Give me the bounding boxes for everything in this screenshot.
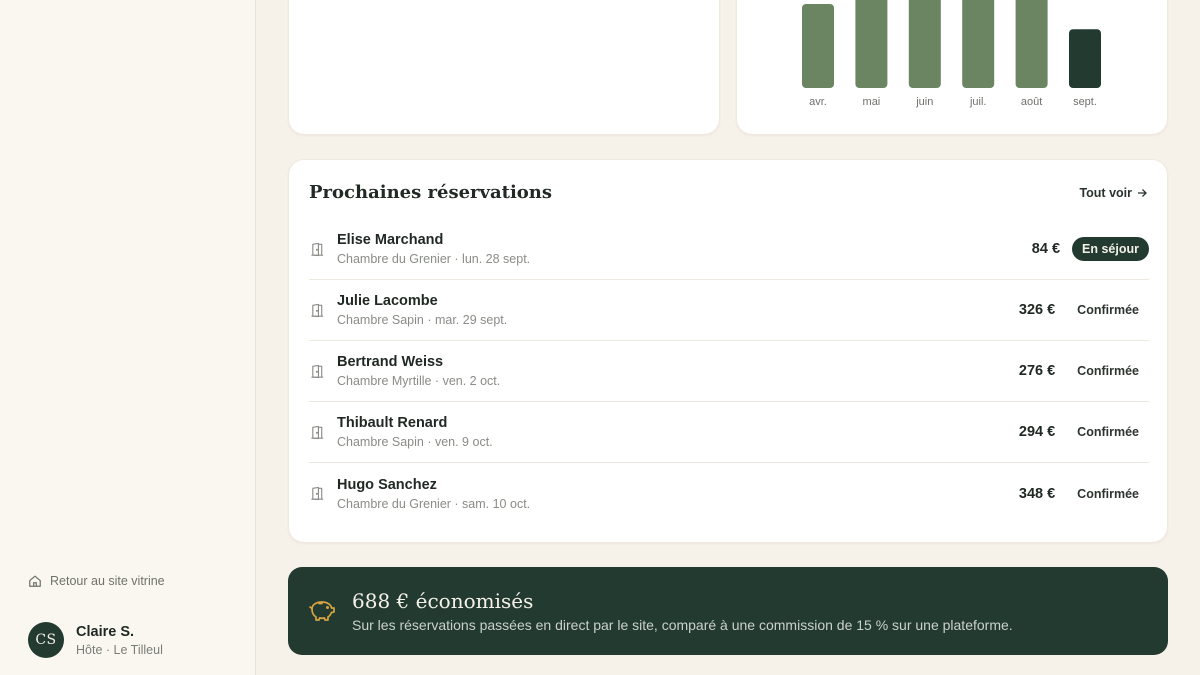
see-all-label: Tout voir <box>1079 186 1132 200</box>
revenue-chart-card: avr. mai juin juil. août sept. <box>736 0 1168 135</box>
sidebar: Retour au site vitrine CS Claire S. Hôte… <box>0 0 256 675</box>
user-name: Claire S. <box>76 623 135 640</box>
bar-sept[interactable] <box>1069 29 1101 88</box>
door-icon <box>309 424 325 440</box>
reservation-price: 294 € <box>1018 424 1056 440</box>
reservation-info: Bertrand Weiss Chambre Myrtille · ven. 2 … <box>337 354 1019 388</box>
reservation-price: 326 € <box>1018 302 1056 318</box>
user-role: Hôte · Le Tilleul <box>76 642 163 657</box>
back-link-label: Retour au site vitrine <box>50 574 165 588</box>
x-tick-label: juil. <box>969 96 987 108</box>
status-badge: Confirmée <box>1077 364 1139 378</box>
x-tick-label: avr. <box>809 96 827 108</box>
door-icon <box>309 241 325 257</box>
savings-banner: 688 € économisés Sur les réservations pa… <box>288 567 1168 655</box>
bar-juil[interactable] <box>962 0 995 88</box>
reservation-info: Elise Marchand Chambre du Grenier · lun. … <box>337 232 1032 266</box>
guest-name: Elise Marchand <box>337 232 444 248</box>
savings-title: 688 € économisés <box>352 589 534 613</box>
status-badge: Confirmée <box>1077 303 1139 317</box>
reservation-info: Hugo Sanchez Chambre du Grenier · sam. 10… <box>337 477 1019 511</box>
reservation-details: Chambre Sapin · mar. 29 sept. <box>337 313 508 327</box>
reservation-details: Chambre du Grenier · lun. 28 sept. <box>337 252 531 266</box>
x-tick-label: juin <box>915 96 933 108</box>
reservations-list: Elise Marchand Chambre du Grenier · lun. … <box>309 219 1149 524</box>
reservation-details: Chambre du Grenier · sam. 10 oct. <box>337 496 531 511</box>
reservation-row[interactable]: Thibault Renard Chambre Sapin · ven. 9 oc… <box>309 402 1149 463</box>
home-icon <box>29 575 41 587</box>
guest-name: Thibault Renard <box>337 415 448 431</box>
x-tick-label: mai <box>863 96 881 108</box>
reservation-price: 348 € <box>1018 485 1056 502</box>
avatar: CS <box>28 622 64 658</box>
savings-description: Sur les réservations passées en direct p… <box>352 617 1013 633</box>
reservation-details: Chambre Myrtille · ven. 2 oct. <box>337 374 501 388</box>
bar-mai[interactable] <box>855 0 888 88</box>
top-left-card <box>288 0 720 135</box>
upcoming-reservations-card: Prochaines réservations Tout voir Elise … <box>288 159 1168 543</box>
x-tick-label: sept. <box>1073 96 1097 108</box>
door-icon <box>309 302 325 318</box>
bar-avr[interactable] <box>802 4 834 88</box>
guest-name: Bertrand Weiss <box>337 354 444 370</box>
bar-chart: avr. mai juin juil. août sept. <box>802 0 1101 108</box>
bar-juin[interactable] <box>908 0 941 88</box>
piggy-bank-icon <box>309 601 335 621</box>
reservation-price: 84 € <box>1031 241 1061 257</box>
see-all-link[interactable]: Tout voir <box>1079 186 1147 200</box>
arrow-right-icon <box>1138 189 1147 197</box>
reservation-details: Chambre Sapin · ven. 9 oct. <box>337 435 493 449</box>
reservation-price: 276 € <box>1018 363 1056 379</box>
door-icon <box>309 486 325 502</box>
reservation-row[interactable]: Julie Lacombe Chambre Sapin · mar. 29 sep… <box>309 280 1149 341</box>
reservation-row[interactable]: Elise Marchand Chambre du Grenier · lun. … <box>309 219 1149 280</box>
status-badge: Confirmée <box>1077 486 1139 501</box>
reservation-row[interactable]: Hugo Sanchez Chambre du Grenier · sam. 10… <box>309 463 1149 524</box>
x-tick-label: août <box>1021 96 1042 108</box>
status-badge: En séjour <box>1072 237 1149 261</box>
user-profile[interactable]: CS Claire S. Hôte · Le Tilleul <box>28 622 163 658</box>
reservations-title: Prochaines réservations <box>309 182 553 203</box>
guest-name: Julie Lacombe <box>337 293 438 309</box>
back-to-site-link[interactable]: Retour au site vitrine <box>28 574 165 588</box>
app: Retour au site vitrine CS Claire S. Hôte… <box>0 0 1200 675</box>
reservation-row[interactable]: Bertrand Weiss Chambre Myrtille · ven. 2 … <box>309 341 1149 402</box>
bar-août[interactable] <box>1015 0 1048 88</box>
door-icon <box>309 363 325 379</box>
status-badge: Confirmée <box>1077 425 1139 439</box>
guest-name: Hugo Sanchez <box>337 476 437 493</box>
reservation-info: Julie Lacombe Chambre Sapin · mar. 29 sep… <box>337 293 1019 327</box>
reservation-info: Thibault Renard Chambre Sapin · ven. 9 oc… <box>337 415 1019 449</box>
